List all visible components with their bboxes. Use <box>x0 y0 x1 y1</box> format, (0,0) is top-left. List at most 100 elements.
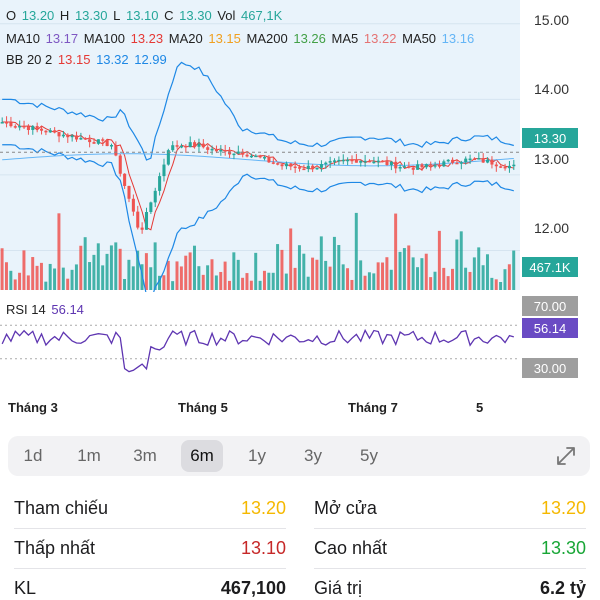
candle-body <box>144 211 149 230</box>
candle-body <box>306 165 310 169</box>
expand-icon[interactable] <box>554 444 578 468</box>
volume-bar <box>372 273 376 290</box>
candle-body <box>481 158 485 163</box>
candle-body <box>385 161 389 165</box>
volume-bar <box>153 242 157 290</box>
low-value: 13.10 <box>125 8 159 23</box>
volume-bar <box>376 262 380 290</box>
candle-body <box>451 159 455 163</box>
volume-bar <box>35 265 39 290</box>
volume-bar <box>236 259 240 290</box>
volume-bar <box>359 260 363 290</box>
low-price-label: Thấp nhất <box>14 537 96 558</box>
volume-bar <box>319 236 323 290</box>
high-value: 13.30 <box>74 8 108 23</box>
range-6m-button[interactable]: 6m <box>181 440 223 472</box>
volume-bar <box>276 244 280 290</box>
volume-badge: 467.1K <box>522 257 578 277</box>
range-1y-button[interactable]: 1y <box>236 440 278 472</box>
range-1d-button[interactable]: 1d <box>12 440 54 472</box>
ma200-value: 13.26 <box>293 31 326 46</box>
candle-body <box>158 176 162 191</box>
ma-line <box>2 153 514 167</box>
price-chart[interactable]: O 13.20 H 13.30 L 13.10 C 13.30 Vol 467,… <box>0 0 520 303</box>
volume-bar <box>293 267 297 290</box>
candle-body <box>350 159 354 162</box>
high-price-label: Cao nhất <box>314 537 388 558</box>
open-price-value: 13.20 <box>540 497 586 518</box>
volume-bar <box>385 257 389 290</box>
candle-body <box>127 185 131 199</box>
candle-body <box>411 167 415 170</box>
open-price-label: Mở cửa <box>314 497 377 518</box>
candle-body <box>416 164 420 170</box>
candle-body <box>302 168 306 171</box>
range-1m-button[interactable]: 1m <box>68 440 110 472</box>
candle-body <box>201 143 205 148</box>
candle-body <box>5 122 9 124</box>
candle-body <box>503 166 507 169</box>
volume-bar <box>499 281 503 290</box>
volume-bar <box>341 264 345 290</box>
candle-body <box>271 162 275 164</box>
candle-body <box>477 158 481 160</box>
candle-body <box>464 158 468 163</box>
ma10-label: MA10 <box>6 31 40 46</box>
candle-body <box>74 135 79 140</box>
bb-upper-value: 13.32 <box>96 52 129 67</box>
ma5-value: 13.22 <box>363 31 397 46</box>
month-label-may: Tháng 5 <box>178 400 228 415</box>
rsi-panel[interactable]: RSI 14 56.14 <box>0 292 520 390</box>
volume-bar <box>284 273 288 290</box>
volume-bar <box>219 271 223 290</box>
candle-body <box>22 125 26 128</box>
range-3y-button[interactable]: 3y <box>292 440 334 472</box>
volume-bar <box>88 262 92 290</box>
candle-body <box>367 160 372 163</box>
range-3m-button[interactable]: 3m <box>124 440 166 472</box>
candle-body <box>263 157 267 159</box>
volume-bar <box>306 276 310 290</box>
volume-bar <box>18 272 22 290</box>
candle-body <box>499 166 503 168</box>
candle-body <box>118 155 122 174</box>
volume-bar <box>477 247 481 290</box>
volume-bar <box>4 262 8 290</box>
ma-legend: MA10 13.17 MA100 13.23 MA20 13.15 MA200 … <box>6 31 476 47</box>
candle-body <box>131 198 135 212</box>
volume-bar <box>9 270 13 290</box>
volume-bar <box>468 271 472 290</box>
volume-bar <box>232 252 236 290</box>
rsi-legend: RSI 14 56.14 <box>6 302 86 318</box>
volume-bar <box>166 260 170 290</box>
candle-body <box>13 126 17 128</box>
volume-bar <box>48 263 52 290</box>
volume-bar <box>429 277 433 290</box>
candle-body <box>88 139 92 143</box>
volume-bar <box>494 279 498 290</box>
volume-bar <box>416 267 419 290</box>
volume-bar <box>188 252 192 290</box>
candle-body <box>494 164 498 167</box>
close-value: 13.30 <box>179 8 212 23</box>
candle-body <box>332 160 337 162</box>
candle-body <box>372 161 376 164</box>
candle-body <box>337 159 341 162</box>
candle-body <box>258 155 262 158</box>
candle-body <box>389 161 393 165</box>
volume-bar <box>249 280 253 290</box>
candle-body <box>354 159 358 163</box>
candle-body <box>188 142 192 148</box>
candle-body <box>276 163 280 165</box>
range-5y-button[interactable]: 5y <box>348 440 390 472</box>
candle-body <box>66 134 70 138</box>
volume-bar <box>302 253 306 290</box>
volume-bar <box>144 253 148 290</box>
volume-bar <box>258 280 262 290</box>
price-tick-14: 14.00 <box>534 81 570 97</box>
candle-body <box>424 164 428 168</box>
candle-body <box>429 164 433 166</box>
volume-bar <box>332 236 336 290</box>
volume-bar <box>210 259 214 290</box>
volume-bar <box>171 281 175 290</box>
